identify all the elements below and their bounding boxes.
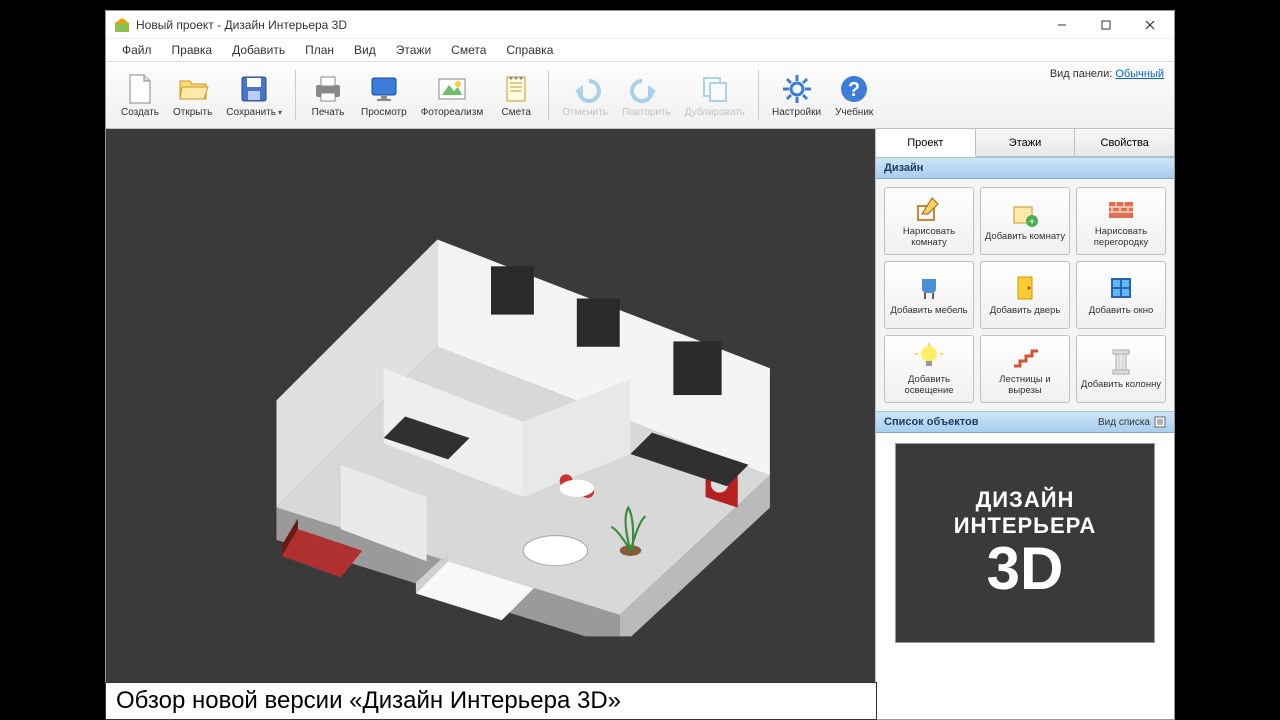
duplicate-button[interactable]: Дублировать	[678, 69, 752, 122]
window-title: Новый проект - Дизайн Интерьера 3D	[136, 18, 1040, 32]
save-button[interactable]: Сохранить▾	[219, 69, 289, 122]
side-panel: Проект Этажи Свойства Дизайн Нарисовать …	[876, 129, 1174, 719]
svg-text:+: +	[1029, 217, 1035, 228]
object-list: ДИЗАЙН ИНТЕРЬЕРА 3D	[876, 433, 1174, 719]
column-icon	[1106, 347, 1136, 377]
app-window: Новый проект - Дизайн Интерьера 3D Файл …	[105, 10, 1175, 720]
viewport-3d[interactable]	[106, 129, 876, 719]
preview-button[interactable]: Просмотр	[354, 69, 414, 122]
draw-room-button[interactable]: Нарисовать комнату	[884, 187, 974, 255]
door-icon	[1010, 273, 1040, 303]
panel-type-selector: Вид панели: Обычный	[1050, 68, 1164, 80]
logo-box: ДИЗАЙН ИНТЕРЬЕРА 3D	[895, 443, 1155, 643]
draw-wall-button[interactable]: Нарисовать перегородку	[1076, 187, 1166, 255]
menu-add[interactable]: Добавить	[222, 41, 295, 59]
pencil-room-icon	[914, 194, 944, 224]
photo-icon	[436, 73, 468, 105]
brick-wall-icon	[1106, 194, 1136, 224]
window-icon	[1106, 273, 1136, 303]
photoreal-button[interactable]: Фотореализм	[414, 69, 491, 122]
notepad-icon	[500, 73, 532, 105]
menu-estimate[interactable]: Смета	[441, 41, 496, 59]
menu-file[interactable]: Файл	[112, 41, 162, 59]
tab-project[interactable]: Проект	[876, 129, 976, 157]
svg-text:?: ?	[848, 79, 860, 101]
stairs-button[interactable]: Лестницы и вырезы	[980, 335, 1070, 403]
side-tabs: Проект Этажи Свойства	[876, 129, 1174, 157]
minimize-button[interactable]	[1040, 11, 1084, 39]
add-room-icon: +	[1010, 199, 1040, 229]
monitor-icon	[368, 73, 400, 105]
separator	[758, 70, 759, 120]
main-area: Проект Этажи Свойства Дизайн Нарисовать …	[106, 129, 1174, 719]
menu-plan[interactable]: План	[295, 41, 344, 59]
menu-help[interactable]: Справка	[496, 41, 563, 59]
maximize-button[interactable]	[1084, 11, 1128, 39]
separator	[548, 70, 549, 120]
titlebar: Новый проект - Дизайн Интерьера 3D	[106, 11, 1174, 39]
floorplan-render	[164, 164, 818, 636]
chair-icon	[914, 273, 944, 303]
close-button[interactable]	[1128, 11, 1172, 39]
estimate-button[interactable]: Смета	[490, 69, 542, 122]
list-view-icon	[1154, 416, 1166, 428]
menu-edit[interactable]: Правка	[162, 41, 223, 59]
lightbulb-icon	[914, 342, 944, 372]
design-section-header: Дизайн	[876, 157, 1174, 179]
design-grid: Нарисовать комнату + Добавить комнату На…	[876, 179, 1174, 411]
undo-icon	[569, 73, 601, 105]
video-caption: Обзор новой версии «Дизайн Интерьера 3D»	[105, 682, 877, 720]
create-button[interactable]: Создать	[114, 69, 166, 122]
separator	[295, 70, 296, 120]
add-door-button[interactable]: Добавить дверь	[980, 261, 1070, 329]
add-furniture-button[interactable]: Добавить мебель	[884, 261, 974, 329]
panel-type-link[interactable]: Обычный	[1115, 68, 1164, 80]
list-view-toggle[interactable]: Вид списка	[1098, 416, 1166, 428]
tab-floors[interactable]: Этажи	[976, 129, 1076, 156]
add-window-button[interactable]: Добавить окно	[1076, 261, 1166, 329]
add-column-button[interactable]: Добавить колонну	[1076, 335, 1166, 403]
toolbar: Создать Открыть Сохранить▾ Печать Просмо…	[106, 61, 1174, 129]
save-icon	[238, 73, 270, 105]
print-button[interactable]: Печать	[302, 69, 354, 122]
app-icon	[114, 17, 130, 33]
menu-view[interactable]: Вид	[344, 41, 386, 59]
add-room-button[interactable]: + Добавить комнату	[980, 187, 1070, 255]
duplicate-icon	[699, 73, 731, 105]
undo-button[interactable]: Отменить	[555, 69, 615, 122]
tab-properties[interactable]: Свойства	[1075, 129, 1174, 156]
redo-button[interactable]: Повторить	[615, 69, 678, 122]
redo-icon	[630, 73, 662, 105]
folder-open-icon	[177, 73, 209, 105]
gear-icon	[781, 73, 813, 105]
stairs-icon	[1010, 342, 1040, 372]
new-file-icon	[124, 73, 156, 105]
add-light-button[interactable]: Добавить освещение	[884, 335, 974, 403]
objects-section-header: Список объектов Вид списка	[876, 411, 1174, 433]
window-controls	[1040, 11, 1172, 39]
menubar: Файл Правка Добавить План Вид Этажи Смет…	[106, 39, 1174, 61]
tutorial-button[interactable]: ? Учебник	[828, 69, 880, 122]
settings-button[interactable]: Настройки	[765, 69, 828, 122]
help-icon: ?	[838, 73, 870, 105]
chevron-down-icon: ▾	[278, 108, 282, 117]
menu-floors[interactable]: Этажи	[386, 41, 441, 59]
open-button[interactable]: Открыть	[166, 69, 219, 122]
printer-icon	[312, 73, 344, 105]
